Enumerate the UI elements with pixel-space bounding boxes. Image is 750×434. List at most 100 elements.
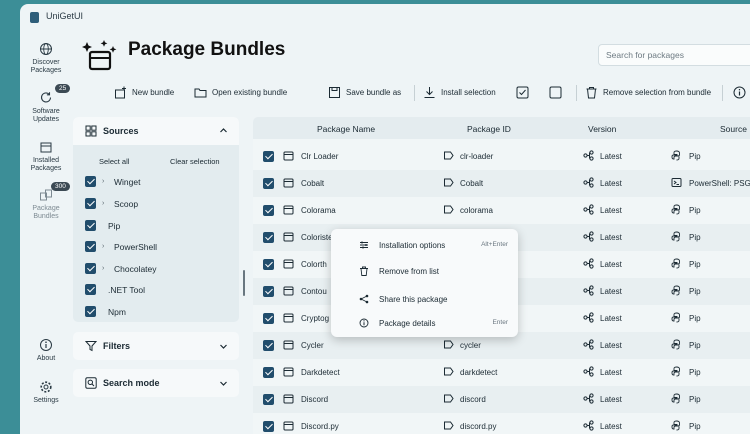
nav-installed[interactable]: Installed Packages xyxy=(20,140,72,173)
new-bundle-label: New bundle xyxy=(132,88,175,97)
column-header-source[interactable]: Source xyxy=(720,124,747,134)
row-checkbox[interactable] xyxy=(263,313,274,324)
version-icon xyxy=(583,285,594,296)
row-checkbox[interactable] xyxy=(263,367,274,378)
source-checkbox[interactable] xyxy=(85,284,96,295)
search-mode-panel[interactable]: Search mode xyxy=(73,369,239,397)
sliders-icon xyxy=(360,241,368,249)
select-all-link[interactable]: Select all xyxy=(99,157,129,166)
clear-selection-link[interactable]: Clear selection xyxy=(170,157,220,166)
source-powershell[interactable]: › PowerShell xyxy=(85,241,157,252)
row-checkbox[interactable] xyxy=(263,394,274,405)
source-winget[interactable]: › Winget xyxy=(85,176,140,187)
chevron-up-icon xyxy=(220,128,227,133)
row-checkbox[interactable] xyxy=(263,340,274,351)
bundle-icon xyxy=(40,189,52,201)
bundles-count-badge: 300 xyxy=(51,182,70,191)
table-row[interactable]: Discord discord Latest Pip xyxy=(253,386,750,413)
nav-updates[interactable]: Software Updates xyxy=(20,91,72,124)
package-id: cycler xyxy=(460,341,481,350)
menu-item-share-package[interactable]: Share this package xyxy=(331,288,518,310)
source-label: Pip xyxy=(108,220,121,231)
source-checkbox[interactable] xyxy=(85,198,96,209)
source-dotnet-tool[interactable]: .NET Tool xyxy=(85,284,145,295)
table-row[interactable]: Clr Loader clr-loader Latest Pip xyxy=(253,143,750,170)
nav-settings[interactable]: Settings xyxy=(20,380,72,405)
menu-item-label: Installation options xyxy=(379,241,446,250)
table-row[interactable]: Cobalt Cobalt Latest PowerShell: PSGallery xyxy=(253,170,750,197)
menu-item-package-details[interactable]: Package details Enter xyxy=(331,312,518,334)
install-selection-label: Install selection xyxy=(441,88,496,97)
source-checkbox[interactable] xyxy=(85,306,96,317)
sources-header[interactable]: Sources xyxy=(73,117,239,145)
package-version: Latest xyxy=(600,233,622,242)
chevron-right-icon[interactable]: › xyxy=(102,200,112,207)
row-checkbox[interactable] xyxy=(263,421,274,432)
package-icon xyxy=(283,366,294,377)
install-selection-button[interactable]: Install selection xyxy=(423,86,496,99)
grid-icon xyxy=(85,125,97,137)
package-name: Colorth xyxy=(301,260,327,269)
nav-discover[interactable]: Discover Packages xyxy=(20,42,72,75)
filters-title: Filters xyxy=(103,341,131,351)
row-checkbox[interactable] xyxy=(263,178,274,189)
info-icon xyxy=(359,318,369,328)
source-checkbox[interactable] xyxy=(85,220,96,231)
source-icon xyxy=(671,420,682,431)
menu-item-label: Package details xyxy=(379,319,436,328)
chevron-right-icon[interactable]: › xyxy=(102,265,112,272)
source-icon xyxy=(671,231,682,242)
source-checkbox[interactable] xyxy=(85,241,96,252)
chevron-right-icon[interactable]: › xyxy=(102,243,112,250)
chevron-right-icon[interactable]: › xyxy=(102,178,112,185)
column-header-name[interactable]: Package Name xyxy=(317,124,375,134)
row-checkbox[interactable] xyxy=(263,205,274,216)
row-checkbox[interactable] xyxy=(263,259,274,270)
row-checkbox[interactable] xyxy=(263,151,274,162)
source-icon xyxy=(671,204,682,215)
table-row[interactable]: Colorama colorama Latest Pip xyxy=(253,197,750,224)
package-icon xyxy=(283,204,294,215)
source-chocolatey[interactable]: › Chocolatey xyxy=(85,263,157,274)
menu-item-label: Share this package xyxy=(379,295,448,304)
package-name: Cryptog xyxy=(301,314,330,323)
package-source: Pip xyxy=(689,341,701,350)
menu-item-installation-options[interactable]: Installation options Alt+Enter xyxy=(331,234,518,256)
package-icon xyxy=(40,142,52,153)
search-input[interactable]: Search for packages xyxy=(598,44,750,66)
version-icon xyxy=(583,366,594,377)
tag-icon xyxy=(443,177,454,188)
package-source: Pip xyxy=(689,260,701,269)
deselect-all-checkbox[interactable] xyxy=(549,86,562,99)
nav-bundles[interactable]: Package Bundles xyxy=(20,188,72,221)
package-name: Coloriste xyxy=(301,233,333,242)
select-all-checkbox[interactable] xyxy=(516,86,529,99)
row-checkbox[interactable] xyxy=(263,232,274,243)
source-pip[interactable]: Pip xyxy=(85,220,120,231)
new-bundle-button[interactable]: New bundle xyxy=(114,86,174,99)
table-row[interactable]: Darkdetect darkdetect Latest Pip xyxy=(253,359,750,386)
filters-panel[interactable]: Filters xyxy=(73,332,239,360)
help-button[interactable] xyxy=(733,86,746,99)
package-version: Latest xyxy=(600,179,622,188)
column-header-version[interactable]: Version xyxy=(588,124,616,134)
source-checkbox[interactable] xyxy=(85,263,96,274)
package-id: darkdetect xyxy=(460,368,498,377)
sources-scrollbar[interactable] xyxy=(243,270,245,296)
source-scoop[interactable]: › Scoop xyxy=(85,198,138,209)
toolbar: New bundle Open existing bundle Save bun… xyxy=(110,82,750,104)
row-checkbox[interactable] xyxy=(263,286,274,297)
source-label: PowerShell xyxy=(114,241,157,252)
package-id: discord.py xyxy=(460,422,497,431)
source-npm[interactable]: Npm xyxy=(85,306,126,317)
remove-selection-button[interactable]: Remove selection from bundle xyxy=(585,86,711,99)
menu-item-remove-from-list[interactable]: Remove from list xyxy=(331,260,518,282)
source-checkbox[interactable] xyxy=(85,176,96,187)
open-bundle-button[interactable]: Open existing bundle xyxy=(194,86,287,99)
nav-about[interactable]: About xyxy=(20,338,72,363)
table-row[interactable]: Discord.py discord.py Latest Pip xyxy=(253,413,750,434)
package-name: Clr Loader xyxy=(301,152,339,161)
column-header-id[interactable]: Package ID xyxy=(467,124,511,134)
version-icon xyxy=(583,231,594,242)
save-bundle-button[interactable]: Save bundle as xyxy=(328,86,401,99)
